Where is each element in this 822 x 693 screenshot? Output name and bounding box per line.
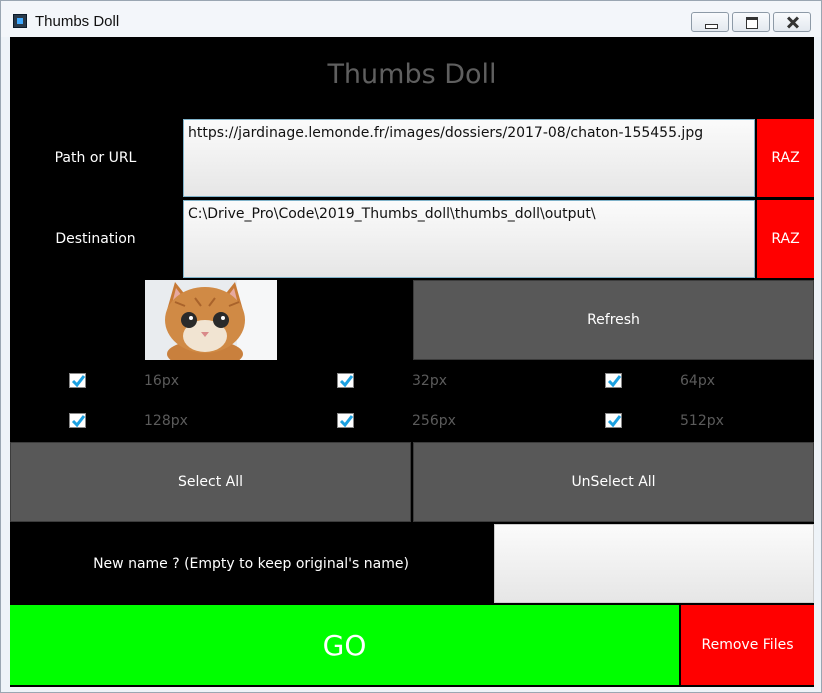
window-title: Thumbs Doll — [35, 13, 120, 30]
checkbox-512px[interactable] — [605, 413, 622, 428]
app-content: Thumbs Doll Path or URL https://jardinag… — [10, 37, 814, 687]
minimize-button[interactable] — [691, 12, 729, 32]
checkbox-256px[interactable] — [337, 413, 354, 428]
maximize-button[interactable] — [732, 12, 770, 32]
size-label-16px: 16px — [144, 373, 179, 389]
app-window: Thumbs Doll Thumbs Doll Path or URL http… — [0, 0, 822, 693]
go-button[interactable]: GO — [10, 605, 679, 685]
close-icon — [774, 13, 810, 31]
size-label-256px: 256px — [412, 413, 456, 429]
checkmark-icon — [339, 414, 353, 427]
select-all-button[interactable]: Select All — [10, 442, 411, 522]
size-label-128px: 128px — [144, 413, 188, 429]
checkmark-icon — [71, 414, 85, 427]
remove-files-button[interactable]: Remove Files — [681, 605, 814, 685]
checkmark-icon — [607, 374, 621, 387]
size-label-64px: 64px — [680, 373, 715, 389]
new-name-label: New name ? (Empty to keep original's nam… — [93, 555, 409, 572]
title-bar[interactable]: Thumbs Doll — [1, 1, 821, 37]
checkmark-icon — [339, 374, 353, 387]
size-label-32px: 32px — [412, 373, 447, 389]
checkbox-64px[interactable] — [605, 373, 622, 388]
close-button[interactable] — [773, 12, 811, 32]
checkbox-16px[interactable] — [69, 373, 86, 388]
maximize-icon — [733, 13, 769, 31]
app-heading: Thumbs Doll — [327, 59, 497, 90]
checkbox-128px[interactable] — [69, 413, 86, 428]
unselect-all-button[interactable]: UnSelect All — [413, 442, 814, 522]
app-icon — [13, 14, 27, 28]
minimize-icon — [692, 13, 728, 31]
checkbox-32px[interactable] — [337, 373, 354, 388]
checkmark-icon — [71, 374, 85, 387]
destination-label: Destination — [55, 231, 136, 247]
size-label-512px: 512px — [680, 413, 724, 429]
path-label: Path or URL — [54, 150, 137, 166]
new-name-input[interactable] — [494, 524, 814, 603]
path-raz-button[interactable]: RAZ — [757, 119, 814, 197]
kitten-image — [145, 280, 277, 360]
checkmark-icon — [607, 414, 621, 427]
preview-image — [145, 280, 277, 360]
destination-input[interactable]: C:\Drive_Pro\Code\2019_Thumbs_doll\thumb… — [183, 200, 755, 278]
path-input[interactable]: https://jardinage.lemonde.fr/images/doss… — [183, 119, 755, 197]
refresh-button[interactable]: Refresh — [413, 280, 814, 360]
destination-raz-button[interactable]: RAZ — [757, 200, 814, 278]
